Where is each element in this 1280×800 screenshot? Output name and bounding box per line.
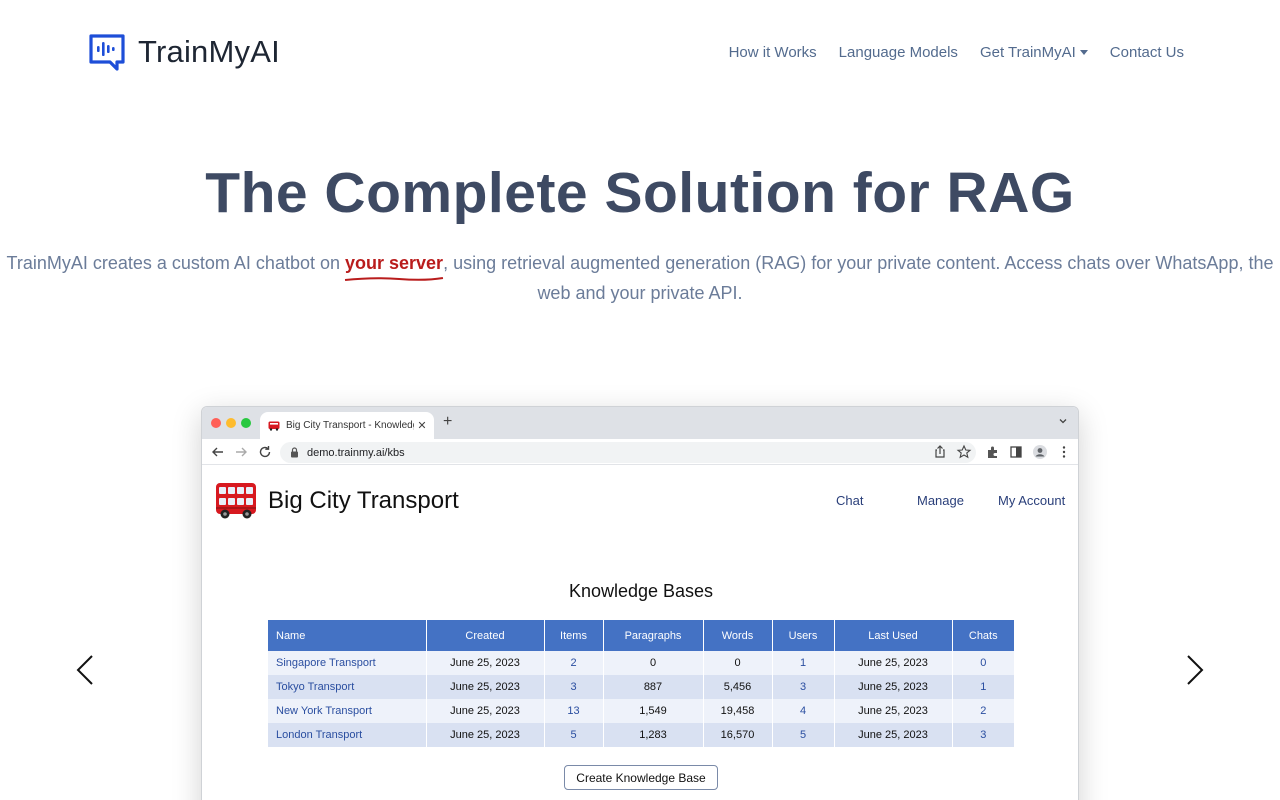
table-cell: 0 xyxy=(703,651,773,675)
lock-icon xyxy=(290,447,299,458)
table-cell: 1,549 xyxy=(603,699,704,723)
star-icon xyxy=(956,444,972,459)
chevron-right-icon[interactable] xyxy=(1176,652,1212,688)
brand-name: TrainMyAI xyxy=(138,34,280,69)
nav-contact-us[interactable]: Contact Us xyxy=(1110,44,1184,61)
hero-subtitle: TrainMyAI creates a custom AI chatbot on… xyxy=(0,248,1280,308)
users-link: 3 xyxy=(772,675,835,699)
app-title: Big City Transport xyxy=(268,487,459,514)
users-link: 1 xyxy=(772,651,835,675)
chevron-down-icon xyxy=(1059,419,1067,424)
tab-title: Big City Transport - Knowledge xyxy=(286,420,414,431)
sidepanel-icon xyxy=(1010,446,1022,458)
table-header-row: Name Created Items Paragraphs Words User… xyxy=(268,620,1014,651)
app-nav-chat: Chat xyxy=(836,493,864,508)
chevron-left-icon[interactable] xyxy=(68,652,104,688)
table-cell: June 25, 2023 xyxy=(426,675,545,699)
window-zoom-dot xyxy=(241,418,251,428)
app-content: Big City Transport Chat Manage My Accoun… xyxy=(202,465,1078,800)
column-header: Words xyxy=(703,620,773,651)
table-row: Singapore Transport June 25, 2023 2 0 0 … xyxy=(268,651,1014,675)
kb-name-link: New York Transport xyxy=(268,699,427,723)
share-icon xyxy=(935,445,945,458)
profile-avatar-icon xyxy=(1033,445,1047,459)
table-cell: June 25, 2023 xyxy=(834,723,953,747)
nav-get-trainmyai-label: Get TrainMyAI xyxy=(979,44,1076,61)
kb-name-link: London Transport xyxy=(268,723,427,747)
bus-favicon-icon xyxy=(268,421,280,431)
extensions-icon xyxy=(988,446,997,458)
main-nav: How it Works Language Models Get TrainMy… xyxy=(729,44,1184,61)
window-minimize-dot xyxy=(226,418,236,428)
kb-name-link: Singapore Transport xyxy=(268,651,427,675)
bus-icon xyxy=(216,483,256,519)
column-header: Items xyxy=(544,620,604,651)
chat-waveform-icon xyxy=(89,34,125,71)
table-cell: 5,456 xyxy=(703,675,773,699)
table-row: Tokyo Transport June 25, 2023 3 887 5,45… xyxy=(268,675,1014,699)
chats-link: 0 xyxy=(952,651,1014,675)
table-cell: 1,283 xyxy=(603,723,704,747)
app-nav-my-account: My Account xyxy=(998,493,1066,508)
table-cell: June 25, 2023 xyxy=(834,675,953,699)
users-link: 4 xyxy=(772,699,835,723)
items-link: 3 xyxy=(544,675,604,699)
url-text: demo.trainmy.ai/kbs xyxy=(307,446,405,459)
kebab-menu-icon xyxy=(1062,446,1066,458)
tab-close-icon: ✕ xyxy=(417,420,427,432)
chats-link: 2 xyxy=(952,699,1014,723)
nav-language-models[interactable]: Language Models xyxy=(839,44,958,61)
table-cell: 887 xyxy=(603,675,704,699)
column-header: Created xyxy=(426,620,545,651)
users-link: 5 xyxy=(772,723,835,747)
table-cell: June 25, 2023 xyxy=(834,651,953,675)
app-nav-manage: Manage xyxy=(917,493,964,508)
items-link: 2 xyxy=(544,651,604,675)
address-bar: demo.trainmy.ai/kbs xyxy=(280,442,976,463)
chats-link: 1 xyxy=(952,675,1014,699)
table-row: London Transport June 25, 2023 5 1,283 1… xyxy=(268,723,1014,747)
table-cell: June 25, 2023 xyxy=(426,723,545,747)
create-knowledge-base-button: Create Knowledge Base xyxy=(564,765,718,790)
browser-tabstrip: Big City Transport - Knowledge ✕ + xyxy=(202,407,1078,439)
table-cell: June 25, 2023 xyxy=(834,699,953,723)
browser-screenshot: Big City Transport - Knowledge ✕ + demo.… xyxy=(201,406,1079,800)
column-header: Users xyxy=(772,620,835,651)
site-header: TrainMyAI How it Works Language Models G… xyxy=(0,0,1280,105)
table-cell: June 25, 2023 xyxy=(426,699,545,723)
caret-down-icon xyxy=(1079,50,1088,55)
kb-name-link: Tokyo Transport xyxy=(268,675,427,699)
table-cell: June 25, 2023 xyxy=(426,651,545,675)
table-cell: 0 xyxy=(603,651,704,675)
brand-logo[interactable]: TrainMyAI xyxy=(88,33,280,71)
reload-icon xyxy=(259,446,271,458)
back-arrow-icon xyxy=(212,447,223,457)
browser-toolbar: demo.trainmy.ai/kbs xyxy=(202,439,1078,465)
items-link: 5 xyxy=(544,723,604,747)
hero-subtitle-tail: , using retrieval augmented generation (… xyxy=(443,253,1274,303)
column-header: Last Used xyxy=(834,620,953,651)
hero-highlight: your server xyxy=(344,248,444,281)
new-tab-icon: + xyxy=(443,413,453,430)
items-link: 13 xyxy=(544,699,604,723)
knowledge-bases-table: Name Created Items Paragraphs Words User… xyxy=(268,620,1014,747)
hero-highlight-text: your server xyxy=(345,253,444,273)
chats-link: 3 xyxy=(952,723,1014,747)
browser-tab: Big City Transport - Knowledge ✕ xyxy=(260,412,434,439)
column-header: Chats xyxy=(952,620,1014,651)
window-close-dot xyxy=(211,418,221,428)
table-cell: 19,458 xyxy=(703,699,773,723)
kb-heading: Knowledge Bases xyxy=(568,581,714,601)
column-header: Name xyxy=(268,620,427,651)
underline-scribble-icon xyxy=(344,277,444,281)
forward-arrow-icon xyxy=(236,447,247,457)
column-header: Paragraphs xyxy=(603,620,704,651)
nav-how-it-works[interactable]: How it Works xyxy=(729,44,817,61)
hero-subtitle-lead: TrainMyAI creates a custom AI chatbot on xyxy=(6,253,345,273)
nav-get-trainmyai[interactable]: Get TrainMyAI xyxy=(980,44,1088,61)
table-cell: 16,570 xyxy=(703,723,773,747)
table-row: New York Transport June 25, 2023 13 1,54… xyxy=(268,699,1014,723)
hero-title: The Complete Solution for RAG xyxy=(205,161,1075,225)
